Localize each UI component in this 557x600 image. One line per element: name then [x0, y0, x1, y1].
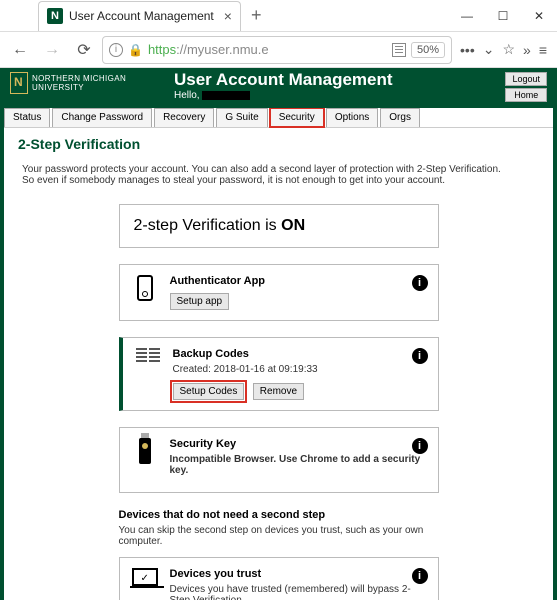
maximize-button[interactable]: ☐ [485, 1, 521, 31]
url-bar[interactable]: i 🔒 https://myuser.nmu.e 50% [102, 36, 452, 64]
tab-recovery[interactable]: Recovery [154, 108, 214, 127]
page-body: NORTHERN MICHIGAN UNIVERSITY User Accoun… [0, 68, 557, 600]
close-icon[interactable]: × [224, 8, 232, 24]
overflow-icon[interactable]: » [523, 42, 531, 58]
nav-tabs: Status Change Password Recovery G Suite … [4, 108, 553, 128]
url-text: https://myuser.nmu.e [148, 42, 387, 57]
info-icon[interactable]: i [412, 348, 428, 364]
back-button[interactable]: ← [6, 36, 34, 64]
tab-security[interactable]: Security [270, 108, 324, 127]
status-on: ON [281, 217, 305, 234]
authenticator-card: Authenticator App Setup app i [119, 264, 439, 321]
tab-status[interactable]: Status [4, 108, 50, 127]
key-message: Incompatible Browser. Use Chrome to add … [170, 454, 426, 476]
browser-titlebar: N User Account Management × + — ☐ ✕ [0, 0, 557, 32]
university-name2: UNIVERSITY [32, 83, 126, 92]
info-icon[interactable]: i [412, 275, 428, 291]
trust-message: Devices you have trusted (remembered) wi… [170, 584, 426, 600]
logo-icon [10, 72, 28, 94]
info-icon[interactable]: i [412, 438, 428, 454]
minimize-button[interactable]: — [449, 1, 485, 31]
page-title: 2-Step Verification [18, 136, 539, 152]
codes-title: Backup Codes [173, 348, 426, 360]
trust-title: Devices you trust [170, 568, 426, 580]
trusted-devices-card: ✓ Devices you trust Devices you have tru… [119, 557, 439, 600]
phone-icon [137, 275, 153, 301]
usb-key-icon [139, 438, 151, 464]
reload-button[interactable]: ⟳ [70, 36, 98, 64]
remove-codes-button[interactable]: Remove [253, 383, 304, 400]
menu-icon[interactable]: ≡ [539, 42, 547, 58]
status-card: 2-step Verification is ON [119, 204, 439, 248]
tab-change-password[interactable]: Change Password [52, 108, 152, 127]
pocket-icon[interactable]: ⌄ [483, 41, 495, 58]
hello-text: Hello, [174, 90, 250, 101]
info-icon[interactable]: i [412, 568, 428, 584]
status-text: 2-step Verification is [134, 217, 282, 234]
new-tab-button[interactable]: + [251, 5, 262, 26]
redacted-name [202, 91, 250, 100]
favicon-icon: N [47, 8, 63, 24]
university-name: NORTHERN MICHIGAN [32, 74, 126, 83]
tab-orgs[interactable]: Orgs [380, 108, 420, 127]
auth-title: Authenticator App [170, 275, 426, 287]
university-logo: NORTHERN MICHIGAN UNIVERSITY [10, 72, 126, 94]
setup-app-button[interactable]: Setup app [170, 293, 230, 310]
setup-codes-button[interactable]: Setup Codes [173, 383, 245, 400]
app-title: User Account Management [174, 70, 393, 90]
laptop-icon: ✓ [132, 568, 158, 586]
browser-toolbar: ← → ⟳ i 🔒 https://myuser.nmu.e 50% ••• ⌄… [0, 32, 557, 68]
lock-icon: 🔒 [128, 43, 143, 57]
zoom-level[interactable]: 50% [411, 42, 445, 58]
intro-text: Your password protects your account. You… [18, 164, 539, 186]
site-info-icon[interactable]: i [109, 43, 123, 57]
forward-button[interactable]: → [38, 36, 66, 64]
codes-icon [136, 348, 160, 362]
security-key-card: Security Key Incompatible Browser. Use C… [119, 427, 439, 493]
reader-mode-icon[interactable] [392, 43, 406, 57]
close-window-button[interactable]: ✕ [521, 1, 557, 31]
more-icon[interactable]: ••• [460, 42, 475, 58]
devices-subtext: You can skip the second step on devices … [119, 525, 439, 547]
site-header: NORTHERN MICHIGAN UNIVERSITY User Accoun… [4, 68, 553, 108]
content-area: Status Change Password Recovery G Suite … [4, 108, 553, 600]
devices-heading: Devices that do not need a second step [119, 509, 439, 521]
tab-options[interactable]: Options [326, 108, 378, 127]
tab-title: User Account Management [69, 9, 214, 23]
bookmark-icon[interactable]: ☆ [502, 41, 515, 58]
backup-codes-card: Backup Codes Created: 2018-01-16 at 09:1… [119, 337, 439, 411]
tab-gsuite[interactable]: G Suite [216, 108, 267, 127]
browser-tab[interactable]: N User Account Management × [38, 1, 241, 31]
logout-button[interactable]: Logout [505, 72, 547, 86]
key-title: Security Key [170, 438, 426, 450]
home-button[interactable]: Home [505, 88, 547, 102]
codes-created: Created: 2018-01-16 at 09:19:33 [173, 364, 426, 375]
